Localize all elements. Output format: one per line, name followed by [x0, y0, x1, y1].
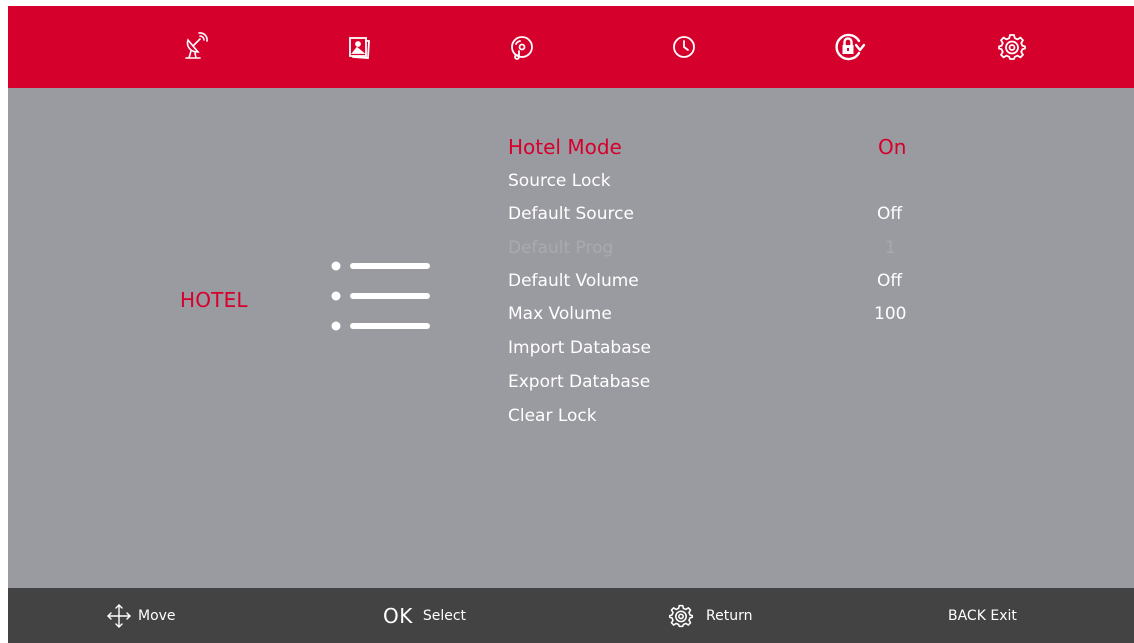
hint-bar: Move OK Select Return BACK Exit — [8, 588, 1134, 643]
menu-item-hotel-mode[interactable]: Hotel Mode — [508, 135, 928, 167]
menu-item-label: Default Source — [508, 204, 634, 224]
section-title: HOTEL — [180, 288, 248, 312]
default-volume-value: Off — [877, 271, 903, 291]
menu-item-default-volume[interactable]: Default Volume — [508, 271, 928, 303]
menu-item-label: Hotel Mode — [508, 135, 622, 159]
default-source-value: Off — [877, 204, 903, 224]
hotel-mode-value: On — [878, 135, 907, 159]
hint-select: OK Select — [383, 588, 466, 643]
menu-item-export-database[interactable]: Export Database — [508, 372, 928, 404]
hint-return: Return — [668, 588, 752, 643]
menu-item-max-volume[interactable]: Max Volume — [508, 304, 928, 336]
max-volume-value: 100 — [874, 304, 907, 324]
category-bar — [8, 6, 1134, 88]
hint-move-label: Move — [138, 607, 176, 624]
menu-item-default-source[interactable]: Default Source — [508, 204, 928, 236]
menu-item-label: Default Volume — [508, 271, 639, 291]
satellite-dish-icon[interactable] — [174, 26, 216, 68]
hotel-panel: HOTEL Hotel Mode On Source Lock Default … — [8, 88, 1134, 588]
settings-icon — [668, 604, 694, 627]
settings-icon[interactable] — [991, 26, 1033, 68]
menu-item-import-database[interactable]: Import Database — [508, 338, 928, 370]
hint-select-label: Select — [422, 607, 467, 624]
lock-icon[interactable] — [828, 26, 870, 68]
menu-item-source-lock[interactable]: Source Lock — [508, 171, 928, 203]
default-prog-value: 1 — [885, 238, 896, 258]
menu-item-label: Max Volume — [508, 304, 612, 324]
menu-item-label: Default Prog — [508, 238, 614, 258]
move-arrows-icon — [107, 603, 131, 628]
picture-icon[interactable] — [338, 26, 380, 68]
hint-move: Move — [106, 588, 176, 643]
hint-exit-label: BACK Exit — [948, 607, 1017, 624]
hotel-menu-screen: HOTEL Hotel Mode On Source Lock Default … — [8, 6, 1134, 643]
menu-item-label: Source Lock — [508, 171, 611, 191]
menu-item-clear-lock[interactable]: Clear Lock — [508, 406, 928, 438]
menu-item-label: Import Database — [508, 338, 651, 358]
menu-item-default-prog: Default Prog — [508, 238, 928, 270]
menu-item-label: Export Database — [508, 372, 651, 392]
clock-icon[interactable] — [663, 26, 705, 68]
hint-exit: BACK Exit — [948, 588, 1017, 643]
ok-key-label: OK — [383, 603, 413, 628]
menu-item-label: Clear Lock — [508, 406, 597, 426]
sound-icon[interactable] — [501, 26, 543, 68]
hint-return-label: Return — [706, 607, 753, 624]
list-icon — [331, 261, 430, 331]
